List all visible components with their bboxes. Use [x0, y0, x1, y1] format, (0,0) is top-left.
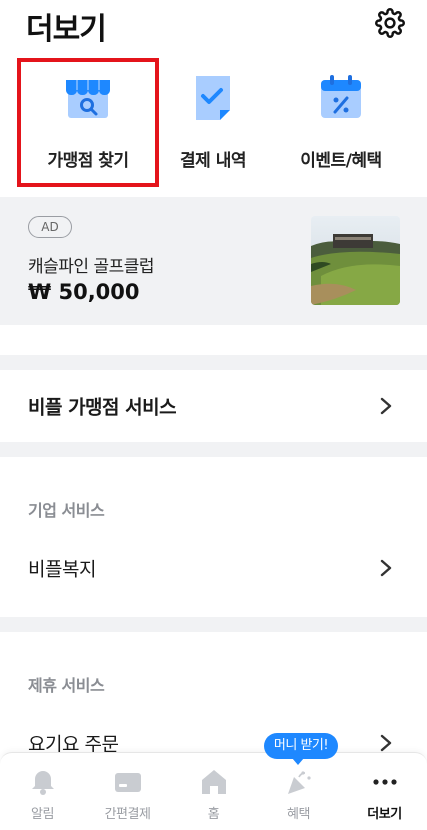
header: 더보기	[0, 0, 427, 52]
calendar-percent-icon	[321, 75, 361, 118]
tab-label: 더보기	[367, 807, 402, 822]
tab-label: 간편결제	[104, 807, 151, 822]
quick-item-label: 결제 내역	[180, 151, 246, 171]
menu-label: 비플 가맹점 서비스	[28, 396, 177, 419]
bottom-tab-bar: 알림 간편결제 홈 혜택 더보기	[0, 752, 427, 830]
tab-home[interactable]: 홈	[171, 753, 256, 830]
menu-franchise-service[interactable]: 비플 가맹점 서비스	[0, 376, 427, 436]
tab-more[interactable]: 더보기	[342, 753, 427, 830]
section-header-corporate: 기업 서비스	[28, 501, 105, 520]
divider	[0, 325, 427, 355]
tab-notifications[interactable]: 알림	[0, 753, 85, 830]
home-icon	[201, 770, 226, 794]
store-search-icon	[65, 80, 111, 118]
more-dots-icon	[372, 779, 397, 785]
quick-menu: 가맹점 찾기 결제 내역 이벤트/혜택	[0, 58, 427, 190]
receipt-check-icon	[196, 76, 230, 120]
settings-button[interactable]	[375, 8, 405, 38]
quick-store-finder[interactable]: 가맹점 찾기	[17, 58, 159, 188]
tab-easy-pay[interactable]: 간편결제	[85, 753, 170, 830]
ad-thumbnail	[311, 216, 400, 305]
gear-icon	[375, 8, 405, 38]
tab-label: 혜택	[287, 807, 310, 822]
quick-item-label: 가맹점 찾기	[47, 151, 129, 171]
party-popper-icon	[287, 771, 311, 794]
chevron-right-icon	[380, 559, 392, 577]
quick-payment-history[interactable]: 결제 내역	[142, 58, 284, 188]
divider	[0, 442, 427, 457]
ad-title: 캐슬파인 골프클럽	[28, 257, 155, 277]
chevron-right-icon	[380, 397, 392, 415]
section-header-partner: 제휴 서비스	[28, 676, 105, 695]
page-title: 더보기	[26, 12, 107, 47]
ad-badge: AD	[28, 216, 72, 238]
ad-price: ₩ 50,000	[28, 280, 140, 304]
ad-banner[interactable]: AD 캐슬파인 골프클럽 ₩ 50,000	[0, 197, 427, 325]
card-icon	[114, 773, 141, 792]
bell-icon	[31, 771, 54, 795]
chevron-right-icon	[380, 734, 392, 752]
menu-biple-welfare[interactable]: 비플복지	[0, 538, 427, 598]
quick-item-label: 이벤트/혜택	[300, 151, 382, 171]
quick-events-benefits[interactable]: 이벤트/혜택	[270, 58, 412, 188]
divider	[0, 617, 427, 632]
divider	[0, 355, 427, 370]
tab-label: 알림	[31, 807, 54, 822]
menu-label: 비플복지	[28, 558, 96, 581]
money-receive-tooltip[interactable]: 머니 받기!	[264, 733, 338, 765]
tab-label: 홈	[207, 807, 220, 822]
